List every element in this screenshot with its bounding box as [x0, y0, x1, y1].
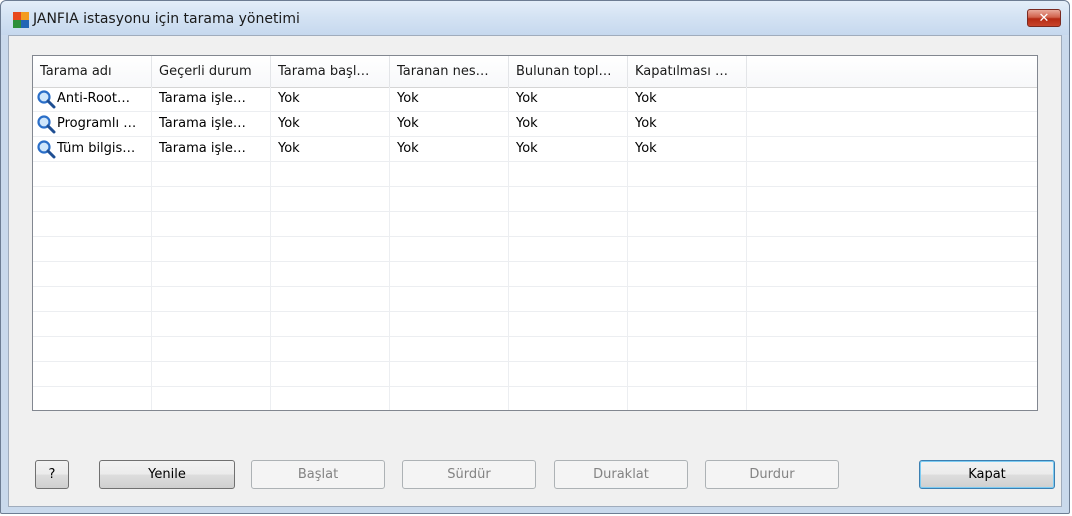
cell-found-total: Yok [516, 116, 538, 131]
cell-scan-name: Tüm bilgis… [33, 137, 152, 162]
cell-scanned-objects: Yok [397, 141, 419, 156]
column-header-found-total[interactable]: Bulunan topl… [509, 56, 628, 87]
magnifier-icon [37, 114, 56, 133]
scan-name: Anti-Root… [57, 91, 130, 106]
title-bar[interactable]: JANFIA istasyonu için tarama yönetimi ✕ [1, 1, 1069, 35]
start-button[interactable]: Başlat [251, 460, 385, 489]
cell-closing: Yok [635, 116, 657, 131]
empty-row [33, 212, 1037, 237]
cell-scan-start: Yok [278, 91, 300, 106]
table-row[interactable]: Programlı … Tarama işle… Yok Yok Yok Yok [33, 112, 1037, 137]
empty-row [33, 162, 1037, 187]
cell-scanned-objects: Yok [397, 116, 419, 131]
resume-button[interactable]: Sürdür [402, 460, 536, 489]
scan-name: Programlı … [57, 116, 137, 131]
empty-row [33, 337, 1037, 362]
cell-scan-name: Programlı … [33, 112, 152, 137]
empty-row [33, 237, 1037, 262]
window-title: JANFIA istasyonu için tarama yönetimi [33, 11, 300, 27]
table-header: Tarama adı Geçerli durum Tarama başl… Ta… [33, 56, 1037, 88]
magnifier-icon [37, 139, 56, 158]
cell-closing: Yok [635, 91, 657, 106]
table-row[interactable]: Tüm bilgis… Tarama işle… Yok Yok Yok Yok [33, 137, 1037, 162]
close-button[interactable]: Kapat [919, 460, 1055, 489]
cell-closing: Yok [635, 141, 657, 156]
empty-row [33, 362, 1037, 387]
stop-button[interactable]: Durdur [705, 460, 839, 489]
cell-current-state: Tarama işle… [159, 116, 246, 131]
cell-scan-name: Anti-Root… [33, 87, 152, 112]
cell-scanned-objects: Yok [397, 91, 419, 106]
cell-scan-start: Yok [278, 141, 300, 156]
help-button[interactable]: ? [35, 460, 69, 489]
window-close-button[interactable]: ✕ [1027, 9, 1061, 27]
table-row[interactable]: Anti-Root… Tarama işle… Yok Yok Yok Yok [33, 87, 1037, 112]
cell-current-state: Tarama işle… [159, 91, 246, 106]
scan-table: Tarama adı Geçerli durum Tarama başl… Ta… [32, 55, 1038, 411]
dialog-body: Tarama adı Geçerli durum Tarama başl… Ta… [8, 35, 1062, 507]
close-icon: ✕ [1038, 11, 1050, 26]
scan-name: Tüm bilgis… [57, 141, 136, 156]
cell-current-state: Tarama işle… [159, 141, 246, 156]
refresh-button[interactable]: Yenile [99, 460, 235, 489]
empty-row [33, 312, 1037, 337]
empty-row [33, 387, 1037, 410]
empty-row [33, 187, 1037, 212]
column-header-scan-start[interactable]: Tarama başl… [271, 56, 390, 87]
column-header-scanned-objects[interactable]: Taranan nes… [390, 56, 509, 87]
dialog-window: JANFIA istasyonu için tarama yönetimi ✕ … [0, 0, 1070, 514]
empty-row [33, 262, 1037, 287]
column-header-scan-name[interactable]: Tarama adı [33, 56, 152, 87]
cell-found-total: Yok [516, 91, 538, 106]
magnifier-icon [37, 89, 56, 108]
cell-found-total: Yok [516, 141, 538, 156]
empty-row [33, 287, 1037, 312]
cell-scan-start: Yok [278, 116, 300, 131]
pause-button[interactable]: Duraklat [554, 460, 688, 489]
avg-logo-icon [13, 12, 29, 28]
column-header-current-state[interactable]: Geçerli durum [152, 56, 271, 87]
column-header-closing[interactable]: Kapatılması … [628, 56, 747, 87]
